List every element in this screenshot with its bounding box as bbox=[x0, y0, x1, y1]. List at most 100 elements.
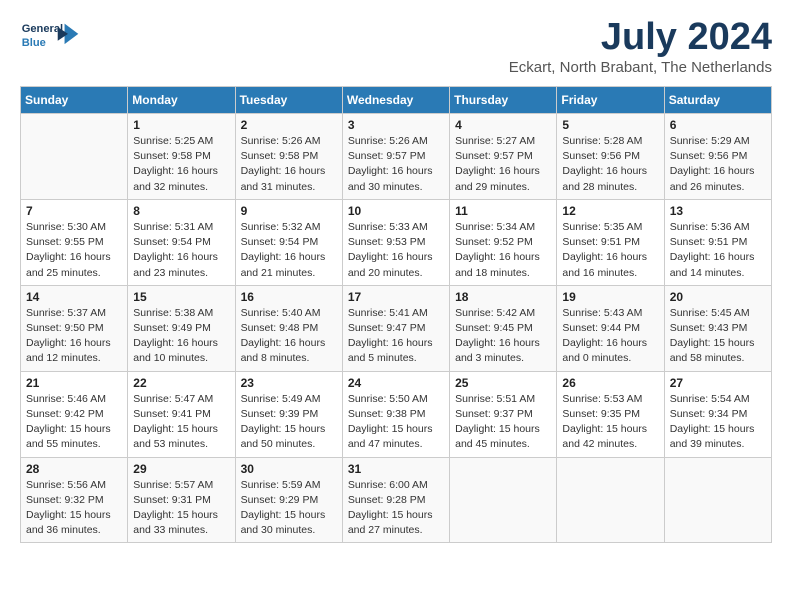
calendar-cell: 1 Sunrise: 5:25 AMSunset: 9:58 PMDaylight… bbox=[128, 114, 235, 200]
day-info: Sunrise: 5:41 AMSunset: 9:47 PMDaylight:… bbox=[348, 306, 444, 367]
day-info: Sunrise: 5:31 AMSunset: 9:54 PMDaylight:… bbox=[133, 220, 229, 281]
calendar-cell: 19 Sunrise: 5:43 AMSunset: 9:44 PMDayligh… bbox=[557, 285, 664, 371]
day-info: Sunrise: 5:47 AMSunset: 9:41 PMDaylight:… bbox=[133, 392, 229, 453]
calendar-cell bbox=[450, 457, 557, 543]
day-info: Sunrise: 5:26 AMSunset: 9:57 PMDaylight:… bbox=[348, 134, 444, 195]
day-info: Sunrise: 5:40 AMSunset: 9:48 PMDaylight:… bbox=[241, 306, 337, 367]
day-info: Sunrise: 5:32 AMSunset: 9:54 PMDaylight:… bbox=[241, 220, 337, 281]
calendar-week-5: 28 Sunrise: 5:56 AMSunset: 9:32 PMDayligh… bbox=[21, 457, 772, 543]
calendar-week-4: 21Sunrise: 5:46 AMSunset: 9:42 PMDayligh… bbox=[21, 371, 772, 457]
day-number: 24 bbox=[348, 376, 444, 390]
day-info: Sunrise: 5:56 AMSunset: 9:32 PMDaylight:… bbox=[26, 478, 122, 539]
calendar-week-1: 1 Sunrise: 5:25 AMSunset: 9:58 PMDaylight… bbox=[21, 114, 772, 200]
day-info: Sunrise: 5:29 AMSunset: 9:56 PMDaylight:… bbox=[670, 134, 766, 195]
day-number: 4 bbox=[455, 118, 551, 132]
page-subtitle: Eckart, North Brabant, The Netherlands bbox=[509, 59, 772, 76]
day-number: 17 bbox=[348, 290, 444, 304]
calendar-cell: 23Sunrise: 5:49 AMSunset: 9:39 PMDayligh… bbox=[235, 371, 342, 457]
day-number: 12 bbox=[562, 204, 658, 218]
calendar-cell: 30 Sunrise: 5:59 AMSunset: 9:29 PMDayligh… bbox=[235, 457, 342, 543]
calendar-table: SundayMondayTuesdayWednesdayThursdayFrid… bbox=[20, 86, 772, 543]
day-number: 11 bbox=[455, 204, 551, 218]
day-number: 5 bbox=[562, 118, 658, 132]
svg-text:General: General bbox=[22, 23, 63, 35]
day-number: 22 bbox=[133, 376, 229, 390]
day-info: Sunrise: 5:37 AMSunset: 9:50 PMDaylight:… bbox=[26, 306, 122, 367]
calendar-cell: 21Sunrise: 5:46 AMSunset: 9:42 PMDayligh… bbox=[21, 371, 128, 457]
calendar-cell bbox=[664, 457, 771, 543]
day-info: Sunrise: 5:51 AMSunset: 9:37 PMDaylight:… bbox=[455, 392, 551, 453]
calendar-cell: 22 Sunrise: 5:47 AMSunset: 9:41 PMDayligh… bbox=[128, 371, 235, 457]
day-info: Sunrise: 5:46 AMSunset: 9:42 PMDaylight:… bbox=[26, 392, 122, 453]
day-number: 10 bbox=[348, 204, 444, 218]
calendar-cell: 10 Sunrise: 5:33 AMSunset: 9:53 PMDayligh… bbox=[342, 199, 449, 285]
calendar-header: SundayMondayTuesdayWednesdayThursdayFrid… bbox=[21, 87, 772, 114]
day-header-thursday: Thursday bbox=[450, 87, 557, 114]
calendar-cell: 11 Sunrise: 5:34 AMSunset: 9:52 PMDayligh… bbox=[450, 199, 557, 285]
day-header-sunday: Sunday bbox=[21, 87, 128, 114]
day-info: Sunrise: 5:38 AMSunset: 9:49 PMDaylight:… bbox=[133, 306, 229, 367]
day-number: 6 bbox=[670, 118, 766, 132]
day-number: 26 bbox=[562, 376, 658, 390]
calendar-cell: 29Sunrise: 5:57 AMSunset: 9:31 PMDayligh… bbox=[128, 457, 235, 543]
calendar-body: 1 Sunrise: 5:25 AMSunset: 9:58 PMDaylight… bbox=[21, 114, 772, 543]
day-number: 28 bbox=[26, 462, 122, 476]
day-header-tuesday: Tuesday bbox=[235, 87, 342, 114]
day-info: Sunrise: 5:43 AMSunset: 9:44 PMDaylight:… bbox=[562, 306, 658, 367]
calendar-cell: 9 Sunrise: 5:32 AMSunset: 9:54 PMDaylight… bbox=[235, 199, 342, 285]
day-info: Sunrise: 5:45 AMSunset: 9:43 PMDaylight:… bbox=[670, 306, 766, 367]
calendar-cell: 16 Sunrise: 5:40 AMSunset: 9:48 PMDayligh… bbox=[235, 285, 342, 371]
day-info: Sunrise: 5:26 AMSunset: 9:58 PMDaylight:… bbox=[241, 134, 337, 195]
calendar-cell: 13 Sunrise: 5:36 AMSunset: 9:51 PMDayligh… bbox=[664, 199, 771, 285]
day-info: Sunrise: 5:49 AMSunset: 9:39 PMDaylight:… bbox=[241, 392, 337, 453]
day-number: 2 bbox=[241, 118, 337, 132]
calendar-cell: 5Sunrise: 5:28 AMSunset: 9:56 PMDaylight… bbox=[557, 114, 664, 200]
day-number: 16 bbox=[241, 290, 337, 304]
calendar-cell: 27Sunrise: 5:54 AMSunset: 9:34 PMDayligh… bbox=[664, 371, 771, 457]
day-header-friday: Friday bbox=[557, 87, 664, 114]
day-number: 8 bbox=[133, 204, 229, 218]
day-number: 1 bbox=[133, 118, 229, 132]
day-number: 7 bbox=[26, 204, 122, 218]
calendar-cell: 17 Sunrise: 5:41 AMSunset: 9:47 PMDayligh… bbox=[342, 285, 449, 371]
calendar-cell: 6 Sunrise: 5:29 AMSunset: 9:56 PMDaylight… bbox=[664, 114, 771, 200]
calendar-cell bbox=[557, 457, 664, 543]
day-info: Sunrise: 5:33 AMSunset: 9:53 PMDaylight:… bbox=[348, 220, 444, 281]
calendar-cell: 8 Sunrise: 5:31 AMSunset: 9:54 PMDaylight… bbox=[128, 199, 235, 285]
day-info: Sunrise: 5:50 AMSunset: 9:38 PMDaylight:… bbox=[348, 392, 444, 453]
day-info: Sunrise: 5:59 AMSunset: 9:29 PMDaylight:… bbox=[241, 478, 337, 539]
day-header-monday: Monday bbox=[128, 87, 235, 114]
day-number: 15 bbox=[133, 290, 229, 304]
logo: General Blue bbox=[20, 16, 80, 56]
calendar-cell: 2 Sunrise: 5:26 AMSunset: 9:58 PMDaylight… bbox=[235, 114, 342, 200]
day-number: 3 bbox=[348, 118, 444, 132]
calendar-week-3: 14Sunrise: 5:37 AMSunset: 9:50 PMDayligh… bbox=[21, 285, 772, 371]
calendar-cell: 14Sunrise: 5:37 AMSunset: 9:50 PMDayligh… bbox=[21, 285, 128, 371]
day-number: 20 bbox=[670, 290, 766, 304]
day-number: 19 bbox=[562, 290, 658, 304]
header: General Blue July 2024 Eckart, North Bra… bbox=[20, 16, 772, 76]
day-info: Sunrise: 5:42 AMSunset: 9:45 PMDaylight:… bbox=[455, 306, 551, 367]
calendar-cell: 3 Sunrise: 5:26 AMSunset: 9:57 PMDaylight… bbox=[342, 114, 449, 200]
day-number: 30 bbox=[241, 462, 337, 476]
day-info: Sunrise: 5:27 AMSunset: 9:57 PMDaylight:… bbox=[455, 134, 551, 195]
day-number: 27 bbox=[670, 376, 766, 390]
page-title: July 2024 bbox=[509, 16, 772, 59]
day-info: Sunrise: 5:53 AMSunset: 9:35 PMDaylight:… bbox=[562, 392, 658, 453]
day-number: 9 bbox=[241, 204, 337, 218]
day-info: Sunrise: 5:30 AMSunset: 9:55 PMDaylight:… bbox=[26, 220, 122, 281]
day-number: 25 bbox=[455, 376, 551, 390]
day-number: 31 bbox=[348, 462, 444, 476]
calendar-week-2: 7 Sunrise: 5:30 AMSunset: 9:55 PMDaylight… bbox=[21, 199, 772, 285]
day-info: Sunrise: 5:25 AMSunset: 9:58 PMDaylight:… bbox=[133, 134, 229, 195]
day-number: 13 bbox=[670, 204, 766, 218]
svg-text:Blue: Blue bbox=[22, 37, 46, 49]
day-number: 18 bbox=[455, 290, 551, 304]
day-info: Sunrise: 5:35 AMSunset: 9:51 PMDaylight:… bbox=[562, 220, 658, 281]
calendar-cell: 7 Sunrise: 5:30 AMSunset: 9:55 PMDaylight… bbox=[21, 199, 128, 285]
day-info: Sunrise: 5:36 AMSunset: 9:51 PMDaylight:… bbox=[670, 220, 766, 281]
day-info: Sunrise: 5:34 AMSunset: 9:52 PMDaylight:… bbox=[455, 220, 551, 281]
day-number: 29 bbox=[133, 462, 229, 476]
calendar-cell: 15 Sunrise: 5:38 AMSunset: 9:49 PMDayligh… bbox=[128, 285, 235, 371]
calendar-cell: 12 Sunrise: 5:35 AMSunset: 9:51 PMDayligh… bbox=[557, 199, 664, 285]
